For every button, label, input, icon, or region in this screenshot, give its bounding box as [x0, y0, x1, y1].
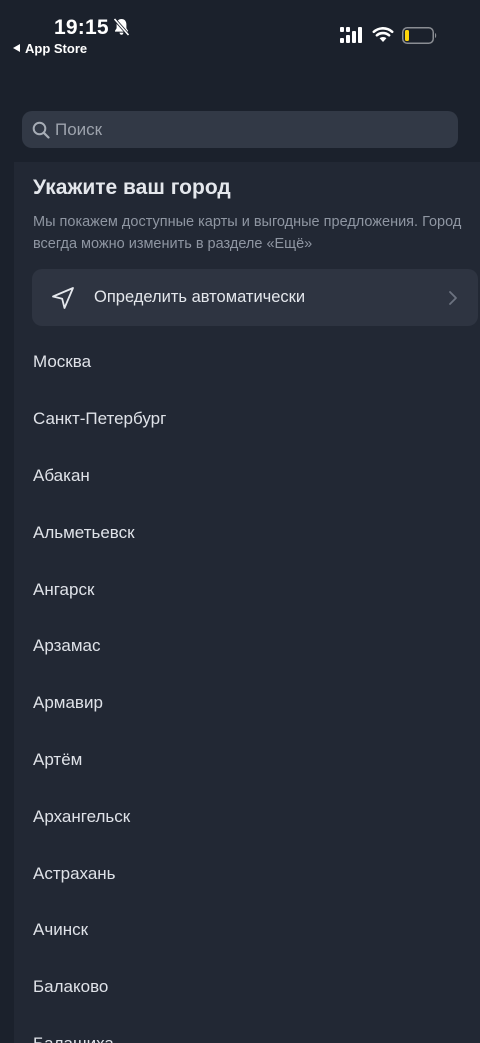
city-item[interactable]: Балашиха — [14, 1016, 480, 1043]
city-item[interactable]: Арзамас — [14, 618, 480, 675]
search-icon — [32, 121, 50, 139]
page-subtitle: Мы покажем доступные карты и выгодные пр… — [33, 214, 462, 252]
wifi-icon — [372, 27, 394, 42]
auto-detect-location-button[interactable]: Определить автоматически — [32, 269, 478, 326]
city-item[interactable]: Ачинск — [14, 902, 480, 959]
city-picker-sheet: Укажите ваш город Мы покажем доступные к… — [14, 162, 480, 1043]
search-bar[interactable] — [22, 111, 458, 148]
auto-detect-label: Определить автоматически — [94, 288, 306, 306]
search-input[interactable] — [55, 119, 435, 140]
city-item[interactable]: Артём — [14, 732, 480, 789]
status-bar: 19:15 App Store — [0, 0, 480, 60]
city-item[interactable]: Архангельск — [14, 788, 480, 845]
location-arrow-icon — [52, 286, 74, 309]
city-item[interactable]: Ангарск — [14, 561, 480, 618]
city-item[interactable]: Астрахань — [14, 845, 480, 902]
city-list: Москва Санкт-Петербург Абакан Альметьевс… — [14, 334, 480, 1043]
city-item[interactable]: Санкт-Петербург — [14, 391, 480, 448]
city-item[interactable]: Москва — [14, 334, 480, 391]
status-time: 19:15 — [54, 16, 109, 39]
back-to-app-store[interactable]: App Store — [13, 41, 87, 56]
city-item[interactable]: Абакан — [14, 448, 480, 505]
city-item[interactable]: Армавир — [14, 675, 480, 732]
bell-slash-icon — [113, 17, 130, 37]
back-arrow-icon — [13, 44, 20, 52]
cellular-signal-icon — [340, 27, 362, 43]
back-app-label: App Store — [25, 41, 88, 56]
battery-icon — [402, 27, 437, 44]
page-title: Укажите ваш город — [33, 176, 231, 199]
city-item[interactable]: Балаково — [14, 959, 480, 1016]
city-item[interactable]: Альметьевск — [14, 504, 480, 561]
screen: 19:15 App Store Поиск Укажите ваш город … — [0, 0, 480, 1043]
chevron-right-icon — [449, 290, 457, 305]
